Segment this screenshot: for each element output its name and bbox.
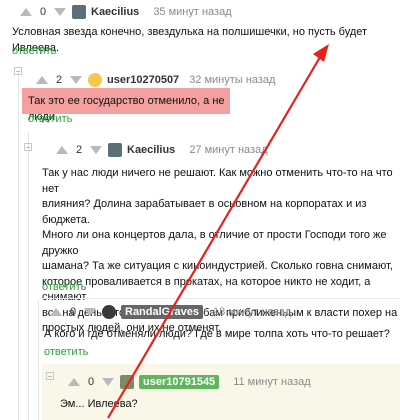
annotation-arrow-icon — [107, 44, 329, 419]
